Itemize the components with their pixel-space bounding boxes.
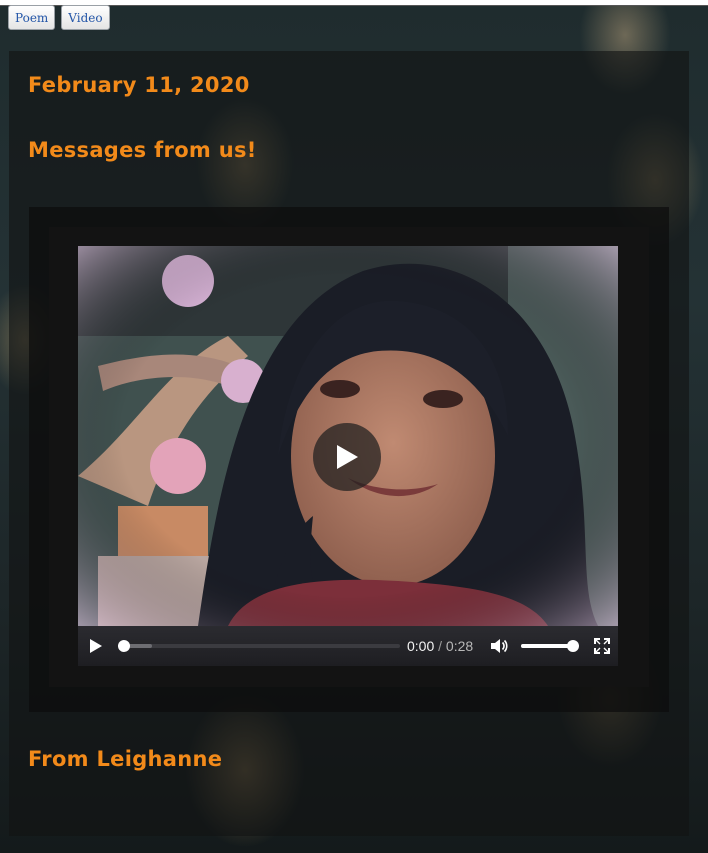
time-separator: / [438, 638, 443, 654]
top-nav: Poem Video [8, 5, 110, 30]
video-button[interactable]: Video [61, 5, 110, 30]
poem-button[interactable]: Poem [8, 5, 56, 30]
fullscreen-icon [594, 638, 611, 654]
play-overlay-button[interactable] [313, 423, 381, 491]
volume-thumb[interactable] [566, 640, 579, 652]
seek-track [117, 644, 400, 648]
post-date: February 11, 2020 [28, 73, 250, 97]
fullscreen-button[interactable] [586, 626, 618, 666]
volume-slider[interactable] [520, 626, 579, 666]
time-display: 0:00 / 0:28 [407, 638, 473, 654]
current-time: 0:00 [406, 638, 435, 654]
video-controls: 0:00 / 0:28 [78, 626, 618, 666]
volume-icon [491, 639, 508, 653]
video-frame-inner: 0:00 / 0:28 [49, 227, 649, 687]
seek-thumb[interactable] [117, 640, 130, 652]
video-frame-outer: 0:00 / 0:28 [29, 207, 669, 712]
message-author: From Leighanne [28, 747, 223, 771]
content-panel: February 11, 2020 Messages from us! 0:00… [9, 51, 689, 836]
mute-button[interactable] [483, 626, 515, 666]
section-heading: Messages from us! [28, 138, 257, 162]
play-icon [89, 639, 102, 653]
video-player[interactable]: 0:00 / 0:28 [78, 246, 618, 666]
duration: 0:28 [445, 638, 474, 654]
seek-bar[interactable] [117, 626, 400, 666]
play-button[interactable] [80, 626, 112, 666]
volume-fill [520, 644, 573, 648]
play-icon [337, 445, 358, 469]
